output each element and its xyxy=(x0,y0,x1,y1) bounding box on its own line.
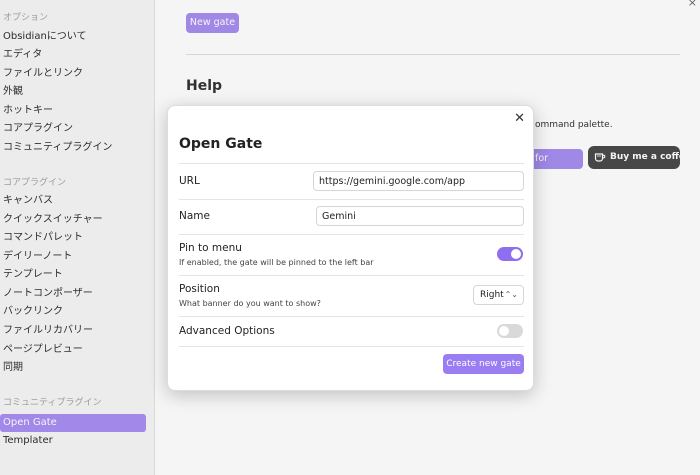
name-field[interactable] xyxy=(316,206,524,226)
modal-title: Open Gate xyxy=(179,136,263,152)
chevron-updown-icon: ⌃⌄ xyxy=(504,290,518,299)
url-field[interactable] xyxy=(313,171,524,191)
url-label: URL xyxy=(179,175,200,187)
create-new-gate-button[interactable]: Create new gate xyxy=(443,354,524,374)
toggle-knob xyxy=(511,249,521,259)
row-divider xyxy=(179,234,524,235)
row-divider xyxy=(179,316,524,317)
pin-to-menu-description: If enabled, the gate will be pinned to t… xyxy=(179,258,374,267)
position-label: Position xyxy=(179,283,220,295)
toggle-knob xyxy=(499,326,509,336)
position-select[interactable]: Right ⌃⌄ xyxy=(473,285,524,305)
row-divider xyxy=(179,346,524,347)
row-divider xyxy=(179,275,524,276)
name-label: Name xyxy=(179,210,210,222)
advanced-options-toggle[interactable] xyxy=(497,324,523,338)
row-divider xyxy=(179,163,524,164)
open-gate-modal: ✕ Open Gate URL Name Pin to menu If enab… xyxy=(167,105,534,391)
pin-to-menu-label: Pin to menu xyxy=(179,242,242,254)
row-divider xyxy=(179,199,524,200)
advanced-options-label: Advanced Options xyxy=(179,325,275,337)
position-select-value: Right xyxy=(480,290,504,300)
pin-to-menu-toggle[interactable] xyxy=(497,247,523,261)
close-modal-icon[interactable]: ✕ xyxy=(514,111,525,126)
position-description: What banner do you want to show? xyxy=(179,299,321,308)
